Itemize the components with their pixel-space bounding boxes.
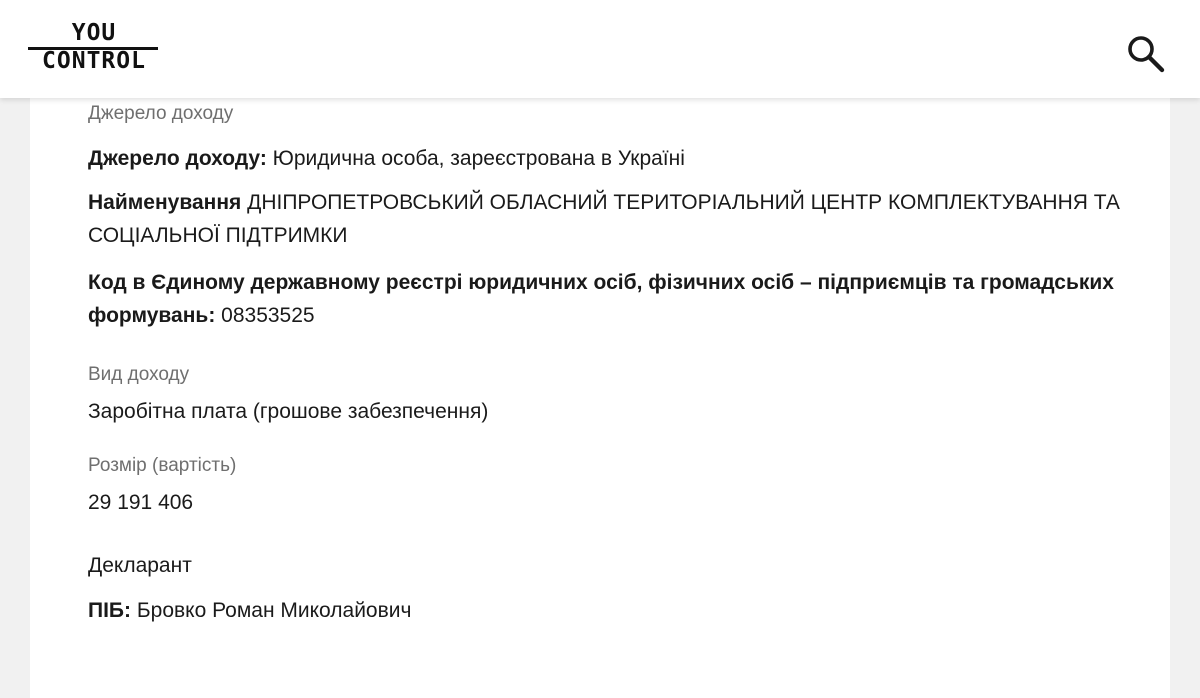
declarant-heading: Декларант (88, 554, 192, 577)
income-type-value: Заробітна плата (грошове забезпечення) (88, 400, 489, 423)
registry-code-value: 08353525 (221, 304, 315, 327)
declarant-name-label: ПІБ: (88, 599, 132, 622)
income-source-row: Джерело доходу: Юридична особа, зареєстр… (88, 142, 1178, 175)
organization-name-value: ДНІПРОПЕТРОВСЬКИЙ ОБЛАСНИЙ ТЕРИТОРІАЛЬНИ… (88, 191, 1120, 247)
declaration-card: Джерело доходу Джерело доходу: Юридична … (30, 98, 1170, 698)
organization-name-row: Найменування ДНІПРОПЕТРОВСЬКИЙ ОБЛАСНИЙ … (88, 186, 1178, 252)
income-source-label: Джерело доходу: (88, 147, 267, 170)
app-header: YOU CONTROL (0, 0, 1200, 98)
income-type-label: Вид доходу (88, 364, 190, 385)
income-source-value: Юридична особа, зареєстрована в Україні (272, 147, 685, 170)
declarant-name-row: ПІБ: Бровко Роман Миколайович (88, 594, 1178, 627)
logo-text-bottom: CONTROL (42, 48, 146, 74)
search-icon (1128, 36, 1165, 73)
income-source-section-label: Джерело доходу (88, 103, 234, 124)
youcontrol-logo[interactable]: YOU CONTROL (28, 22, 160, 74)
declarant-name-value: Бровко Роман Миколайович (136, 599, 412, 622)
income-amount-value: 29 191 406 (88, 491, 194, 514)
income-amount-label: Розмір (вартість) (88, 455, 237, 476)
search-button[interactable] (1126, 34, 1166, 74)
logo-text-top: YOU (71, 20, 117, 46)
registry-code-row: Код в Єдиному державному реєстрі юридичн… (88, 266, 1178, 332)
organization-name-label: Найменування (88, 191, 242, 214)
